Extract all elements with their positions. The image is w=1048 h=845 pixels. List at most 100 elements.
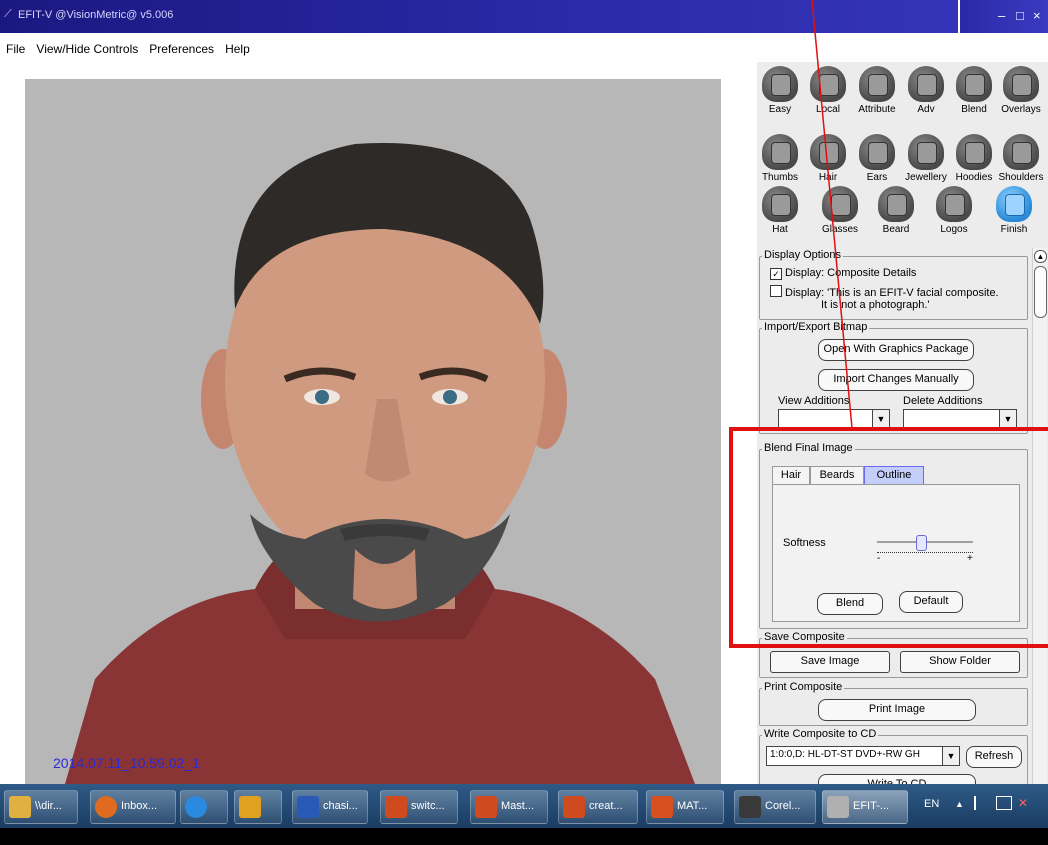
refresh-button[interactable]: Refresh: [966, 746, 1022, 768]
import-changes-manually-button[interactable]: Import Changes Manually: [818, 369, 974, 391]
task-matlab[interactable]: MAT...: [646, 790, 724, 824]
language-indicator[interactable]: EN: [924, 798, 939, 810]
tool-ears[interactable]: Ears: [852, 134, 902, 183]
checkbox-unchecked-icon: [770, 285, 782, 297]
composite-canvas[interactable]: 2014.07.11_10.59.02_1: [25, 79, 721, 784]
face-icon: [762, 186, 798, 222]
cd-drive-select[interactable]: 1:0:0,D: HL-DT-ST DVD+-RW GH ▼: [766, 746, 960, 766]
task-word[interactable]: chasi...: [292, 790, 368, 824]
checkmark-face-icon: [996, 186, 1032, 222]
tool-beard[interactable]: Beard: [871, 186, 921, 235]
task-efit[interactable]: EFIT-...: [822, 790, 908, 824]
dropdown-arrow-icon: ▼: [872, 410, 889, 428]
face-icon: [936, 186, 972, 222]
delete-additions-select[interactable]: ▼: [903, 409, 1017, 429]
tool-hoodies[interactable]: Hoodies: [949, 134, 999, 183]
face-icon: [956, 134, 992, 170]
minimize-button[interactable]: –: [998, 8, 1005, 23]
tab-hair[interactable]: Hair: [772, 466, 810, 484]
task-powerpoint-3[interactable]: creat...: [558, 790, 638, 824]
display-disclaimer-checkbox[interactable]: Display: 'This is an EFIT-V facial compo…: [770, 285, 999, 299]
checkbox-checked-icon: ✓: [770, 268, 782, 280]
menu-file[interactable]: File: [6, 38, 25, 60]
menu-preferences[interactable]: Preferences: [149, 38, 214, 60]
save-image-button[interactable]: Save Image: [770, 651, 890, 673]
display-composite-details-checkbox[interactable]: ✓ Display: Composite Details: [770, 267, 916, 280]
tool-thumbs[interactable]: Thumbs: [755, 134, 805, 183]
control-panel: Easy Local Attribute Adv Blend Overlays …: [755, 62, 1048, 797]
menu-bar: File View/Hide Controls Preferences Help: [0, 38, 760, 60]
tool-glasses[interactable]: Glasses: [815, 186, 865, 235]
face-icon: [908, 66, 944, 102]
task-outlook[interactable]: [234, 790, 282, 824]
softness-slider[interactable]: - +: [877, 535, 973, 565]
scroll-up-icon[interactable]: ▲: [1034, 250, 1047, 263]
scrollbar-thumb[interactable]: [1034, 266, 1047, 318]
tool-blend[interactable]: Blend: [949, 66, 999, 115]
tab-beards[interactable]: Beards: [810, 466, 864, 484]
face-icon: [822, 186, 858, 222]
window-controls: – □ ×: [960, 0, 1048, 33]
tool-attribute[interactable]: Attribute: [852, 66, 902, 115]
maximize-button[interactable]: □: [1016, 8, 1024, 23]
title-bar[interactable]: ⟋ EFIT-V @VisionMetric@ v5.006: [0, 0, 958, 33]
tool-easy[interactable]: Easy: [755, 66, 805, 115]
tool-hair[interactable]: Hair: [803, 134, 853, 183]
taskbar: \\dir... Inbox... chasi... switc... Mast…: [0, 784, 1048, 828]
volume-muted-icon[interactable]: ✕: [1018, 796, 1032, 810]
tool-hat[interactable]: Hat: [755, 186, 805, 235]
default-button[interactable]: Default: [899, 591, 963, 613]
slider-min-label: -: [877, 553, 881, 564]
face-icon: [1003, 66, 1039, 102]
softness-label: Softness: [783, 537, 826, 549]
flag-icon[interactable]: [974, 796, 988, 810]
close-button[interactable]: ×: [1033, 8, 1041, 23]
corel-icon: [739, 796, 761, 818]
app-logo-icon: ⟋: [4, 8, 12, 20]
print-image-button[interactable]: Print Image: [818, 699, 976, 721]
tool-overlays[interactable]: Overlays: [996, 66, 1046, 115]
face-icon: [859, 66, 895, 102]
network-icon[interactable]: [996, 796, 1012, 810]
menu-view-hide-controls[interactable]: View/Hide Controls: [36, 38, 138, 60]
show-folder-button[interactable]: Show Folder: [900, 651, 1020, 673]
tool-finish[interactable]: Finish: [989, 186, 1039, 235]
disclaimer-line2: It is not a photograph.': [821, 299, 930, 311]
task-firefox[interactable]: Inbox...: [90, 790, 176, 824]
face-icon: [762, 66, 798, 102]
tool-logos[interactable]: Logos: [929, 186, 979, 235]
dropdown-arrow-icon: ▼: [999, 410, 1016, 428]
task-explorer[interactable]: \\dir...: [4, 790, 78, 824]
panel-scrollbar[interactable]: ▲: [1032, 248, 1047, 784]
task-powerpoint-2[interactable]: Mast...: [470, 790, 548, 824]
task-corel[interactable]: Corel...: [734, 790, 816, 824]
outlook-icon: [239, 796, 261, 818]
tool-local[interactable]: Local: [803, 66, 853, 115]
blend-button[interactable]: Blend: [817, 593, 883, 615]
outline-tab-panel: Softness - + Blend Default: [772, 484, 1020, 622]
menu-help[interactable]: Help: [225, 38, 250, 60]
view-additions-label: View Additions: [778, 395, 850, 407]
blend-tabs: Hair Beards Outline: [772, 466, 1022, 484]
task-powerpoint-1[interactable]: switc...: [380, 790, 458, 824]
face-icon: [908, 134, 944, 170]
delete-additions-label: Delete Additions: [903, 395, 983, 407]
display-options-group: Display Options ✓ Display: Composite Deta…: [759, 249, 1028, 320]
face-icon: [859, 134, 895, 170]
open-with-graphics-package-button[interactable]: Open With Graphics Package: [818, 339, 974, 361]
face-icon: [762, 134, 798, 170]
tray-expand-icon[interactable]: ▲: [955, 799, 964, 809]
efit-icon: [827, 796, 849, 818]
powerpoint-icon: [563, 796, 585, 818]
task-internet-explorer[interactable]: [180, 790, 228, 824]
softness-slider-thumb[interactable]: [916, 535, 927, 551]
face-icon: [810, 134, 846, 170]
view-additions-select[interactable]: ▼: [778, 409, 890, 429]
window-title: EFIT-V @VisionMetric@ v5.006: [18, 9, 174, 21]
firefox-icon: [95, 796, 117, 818]
tool-shoulders[interactable]: Shoulders: [996, 134, 1046, 183]
tool-adv[interactable]: Adv: [901, 66, 951, 115]
tab-outline[interactable]: Outline: [864, 466, 924, 484]
face-composite-image: [65, 142, 695, 784]
tool-jewellery[interactable]: Jewellery: [901, 134, 951, 183]
